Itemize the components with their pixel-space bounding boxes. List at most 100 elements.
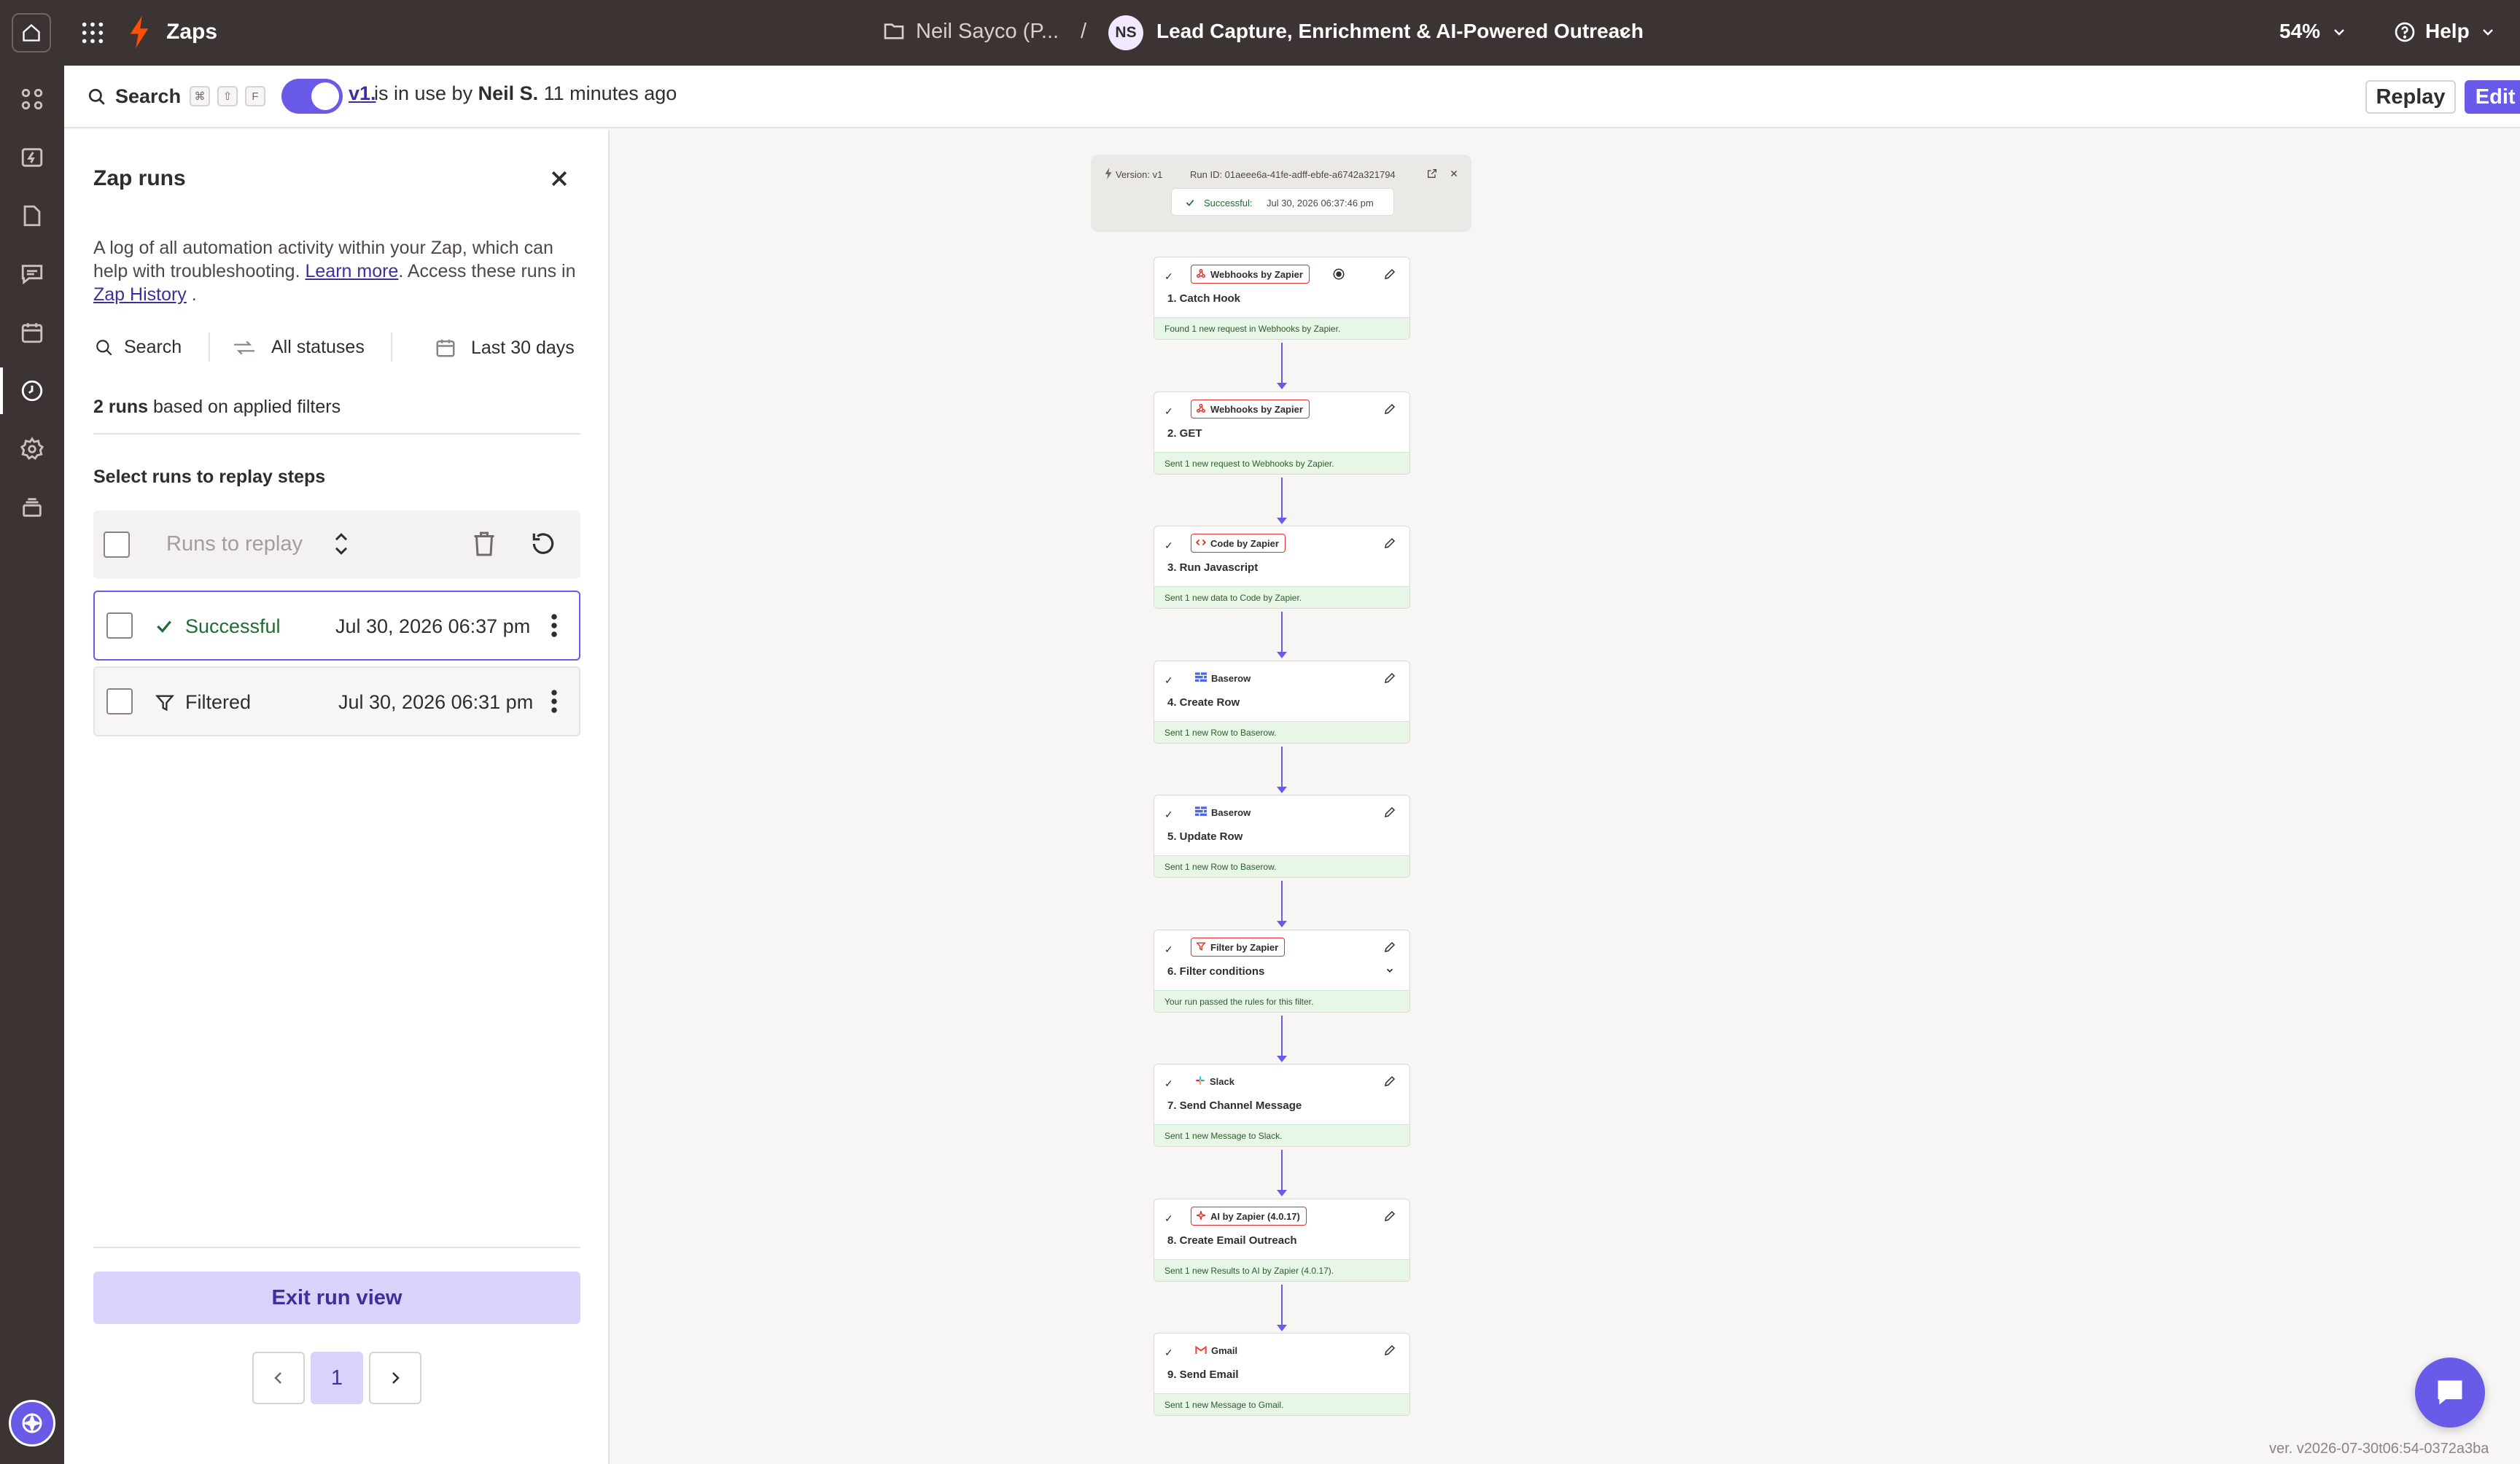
- runs-to-replay-select[interactable]: Runs to replay: [166, 532, 303, 556]
- edit-pencil-icon[interactable]: [1383, 402, 1396, 416]
- zap-history-link[interactable]: Zap History: [93, 284, 187, 305]
- search-filter-label: Search: [124, 337, 182, 357]
- step-node[interactable]: ✓ Webhooks by Zapier 1. Catch Hook Found 1 …: [1154, 257, 1410, 340]
- zap-canvas[interactable]: [610, 130, 2520, 1464]
- runs-search-filter[interactable]: Search: [95, 337, 182, 358]
- calendar-icon: [21, 323, 43, 343]
- panel-description: A log of all automation activity within …: [93, 236, 589, 306]
- connector-arrow: [1277, 1055, 1287, 1062]
- chat-button[interactable]: [2415, 1358, 2485, 1428]
- filter-icon: [155, 695, 175, 712]
- runs-to-replay-toolbar: Runs to replay: [93, 510, 580, 579]
- rail-versions-button[interactable]: [16, 491, 48, 523]
- step-node[interactable]: ✓ Baserow 4. Create Row Sent 1 new Row to B…: [1154, 661, 1410, 744]
- edit-pencil-icon[interactable]: [1383, 806, 1396, 819]
- run-id: Run ID: 01aeee6a-41fe-adff-ebfe-a6742a32…: [1190, 169, 1396, 180]
- step-node[interactable]: ✓ AI by Zapier (4.0.17) 8. Create Email Ou…: [1154, 1199, 1410, 1282]
- run-checkbox[interactable]: [106, 612, 133, 639]
- search-button[interactable]: Search: [115, 85, 181, 108]
- bolt-icon: [1105, 168, 1112, 179]
- version-link[interactable]: v1.: [349, 82, 376, 105]
- rail-document-button[interactable]: [16, 200, 48, 232]
- gmail-icon: [1195, 1344, 1207, 1356]
- exit-run-view-button[interactable]: Exit run view: [93, 1272, 580, 1324]
- check-icon: ✓: [1164, 674, 1173, 686]
- prev-page-button[interactable]: [252, 1352, 305, 1404]
- step-node[interactable]: ✓ Gmail 9. Send Email Sent 1 new Message to…: [1154, 1333, 1410, 1416]
- replay-button[interactable]: Replay: [2365, 80, 2456, 114]
- run-row-successful[interactable]: Successful Jul 30, 2026 06:37 pm: [93, 591, 580, 661]
- step-name: 1. Catch Hook: [1167, 292, 1241, 305]
- edit-zap-button[interactable]: Edit Zap: [2465, 80, 2520, 114]
- runs-count-label: based on applied filters: [152, 397, 341, 417]
- chevron-down-icon[interactable]: [2330, 23, 2348, 41]
- edit-pencil-icon[interactable]: [1383, 537, 1396, 550]
- connector-line: [1281, 1285, 1283, 1325]
- edit-pencil-icon[interactable]: [1383, 1075, 1396, 1088]
- owner-avatar: NS: [1108, 15, 1143, 50]
- edit-pencil-icon[interactable]: [1383, 1210, 1396, 1223]
- left-rail: [0, 66, 64, 1464]
- app-name: Webhooks by Zapier: [1210, 403, 1303, 415]
- rail-settings-button[interactable]: [16, 433, 48, 465]
- app-badge: AI by Zapier (4.0.17): [1191, 1207, 1307, 1226]
- connector-line: [1281, 881, 1283, 921]
- apps-grid-icon[interactable]: [80, 20, 105, 45]
- chevron-down-icon[interactable]: [1385, 965, 1395, 976]
- rail-calendar-button[interactable]: [16, 316, 48, 349]
- rail-history-button[interactable]: [0, 367, 48, 414]
- run-row-filtered[interactable]: Filtered Jul 30, 2026 06:31 pm: [93, 666, 580, 736]
- chevron-updown-icon[interactable]: [331, 529, 351, 558]
- replay-icon[interactable]: [529, 529, 557, 558]
- run-version: Version: v1: [1116, 169, 1163, 180]
- panel-title: Zap runs: [93, 166, 186, 190]
- zoom-level[interactable]: 54%: [2279, 20, 2320, 43]
- filter-divider: [391, 332, 392, 362]
- date-filter[interactable]: Last 30 days: [435, 337, 575, 359]
- rail-notes-button[interactable]: [16, 258, 48, 290]
- zap-title[interactable]: Lead Capture, Enrichment & AI-Powered Ou…: [1156, 20, 1644, 43]
- zaps-nav-link[interactable]: Zaps: [166, 20, 217, 44]
- target-icon[interactable]: [1332, 268, 1345, 281]
- run-date: Jul 30, 2026 06:31 pm: [338, 691, 534, 713]
- run-status: Successful: [185, 615, 281, 637]
- app-badge: Gmail: [1191, 1341, 1243, 1360]
- next-page-button[interactable]: [369, 1352, 421, 1404]
- home-button[interactable]: [12, 13, 51, 52]
- rail-trigger-button[interactable]: [16, 141, 48, 174]
- step-result: Your run passed the rules for this filte…: [1154, 990, 1409, 1012]
- zap-on-off-toggle[interactable]: [281, 79, 343, 114]
- baserow-icon: [1195, 806, 1207, 819]
- ai-assistant-button[interactable]: [9, 1400, 55, 1447]
- close-icon[interactable]: [548, 168, 570, 190]
- step-result: Sent 1 new request to Webhooks by Zapier…: [1154, 452, 1409, 474]
- page-number-button[interactable]: 1: [311, 1352, 363, 1404]
- step-node[interactable]: ✓ Code by Zapier 3. Run Javascript Sent 1 n…: [1154, 526, 1410, 609]
- more-options-icon[interactable]: [547, 612, 561, 639]
- webhook-icon: [1196, 403, 1206, 416]
- chevron-down-icon[interactable]: [1616, 23, 1633, 41]
- step-node[interactable]: ✓ Webhooks by Zapier 2. GET Sent 1 new requ…: [1154, 392, 1410, 475]
- external-link-icon[interactable]: [1426, 168, 1438, 179]
- step-node[interactable]: ✓ Baserow 5. Update Row Sent 1 new Row to B…: [1154, 795, 1410, 878]
- trash-icon[interactable]: [471, 529, 497, 558]
- edit-pencil-icon[interactable]: [1383, 941, 1396, 954]
- edit-pencil-icon[interactable]: [1383, 671, 1396, 685]
- chevron-down-icon[interactable]: [2479, 23, 2497, 41]
- folder-breadcrumb[interactable]: Neil Sayco (P...: [916, 20, 1059, 44]
- run-checkbox[interactable]: [106, 688, 133, 715]
- close-icon[interactable]: [1450, 169, 1458, 178]
- rail-apps-button[interactable]: [16, 83, 48, 115]
- help-menu[interactable]: Help: [2425, 20, 2470, 43]
- more-options-icon[interactable]: [547, 688, 561, 715]
- step-result: Sent 1 new Row to Baserow.: [1154, 855, 1409, 877]
- edit-pencil-icon[interactable]: [1383, 268, 1396, 281]
- clock-icon: [21, 380, 43, 402]
- sparkle-icon: [22, 1413, 42, 1433]
- learn-more-link[interactable]: Learn more: [305, 261, 398, 281]
- step-node[interactable]: ✓ Filter by Zapier 6. Filter conditions You…: [1154, 930, 1410, 1013]
- step-node[interactable]: ✓ Slack 7. Send Channel Message Sent 1 new …: [1154, 1064, 1410, 1147]
- status-filter[interactable]: All statuses: [232, 337, 365, 358]
- edit-pencil-icon[interactable]: [1383, 1344, 1396, 1357]
- select-all-checkbox[interactable]: [104, 532, 130, 558]
